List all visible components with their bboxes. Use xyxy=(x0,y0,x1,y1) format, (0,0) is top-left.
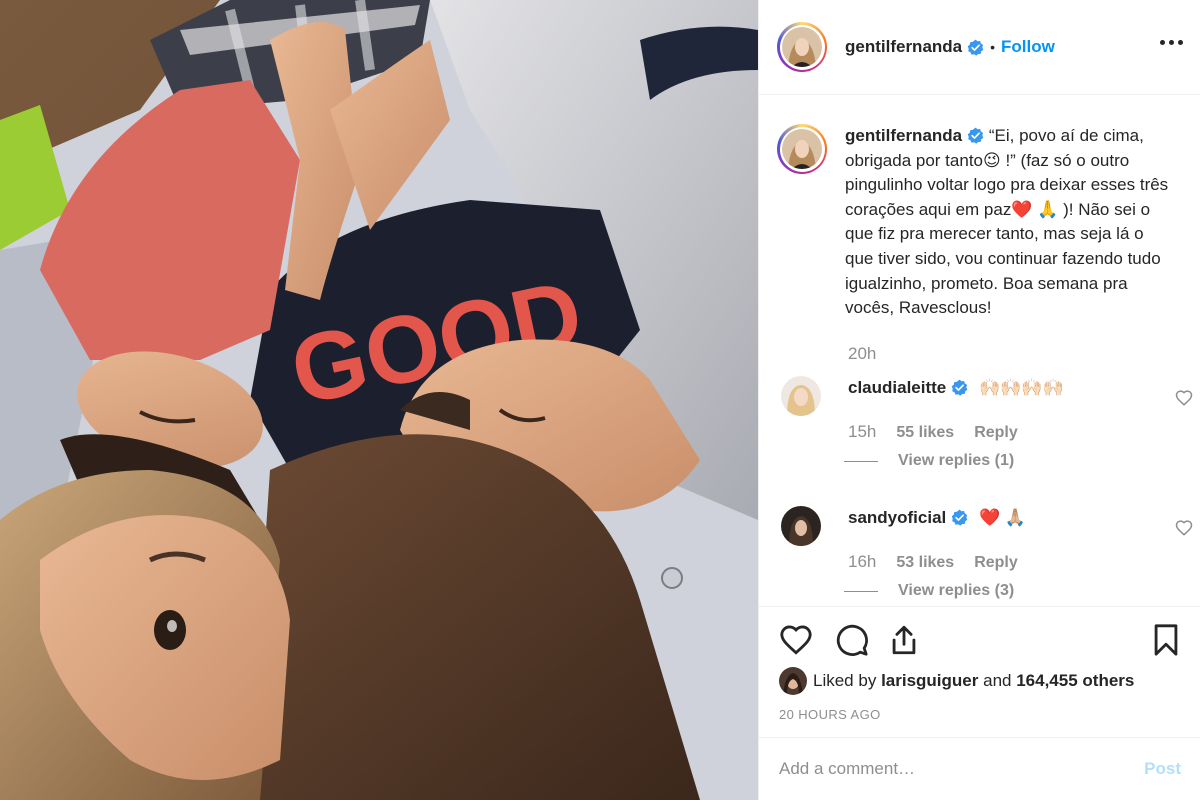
liked-by-user[interactable]: larisguiguer xyxy=(881,671,978,691)
heart-icon[interactable] xyxy=(779,623,813,657)
comment-icon[interactable] xyxy=(835,623,869,657)
author-username[interactable]: gentilfernanda xyxy=(845,37,962,57)
comment-avatar[interactable] xyxy=(781,506,821,546)
reply-button[interactable]: Reply xyxy=(974,424,1018,442)
comment-avatar[interactable] xyxy=(781,376,821,416)
comment-heart-icon[interactable] xyxy=(1175,519,1193,537)
comments-section[interactable]: gentilfernanda “Ei, povo aí de cima, obr… xyxy=(759,96,1200,606)
verified-badge-icon xyxy=(952,509,968,526)
comment-likes[interactable]: 53 likes xyxy=(896,554,954,572)
comment-time[interactable]: 16h xyxy=(848,552,876,572)
comment-avatar-image xyxy=(781,506,821,546)
instagram-post-view: GOOD gentilfernanda • Follow gentilferna… xyxy=(0,0,1200,800)
add-comment-input[interactable] xyxy=(779,759,1145,779)
likes-count[interactable]: 164,455 others xyxy=(1016,671,1134,691)
author-avatar[interactable] xyxy=(777,22,827,72)
verified-badge-icon xyxy=(967,127,984,144)
caption-author-avatar[interactable] xyxy=(777,124,827,174)
comment-likes[interactable]: 55 likes xyxy=(896,424,954,442)
reply-button[interactable]: Reply xyxy=(974,554,1018,572)
replies-line xyxy=(844,590,878,592)
view-replies-button[interactable]: View replies (3) xyxy=(844,582,1168,600)
author-avatar-image xyxy=(782,27,822,67)
comment-username[interactable]: claudialeitte xyxy=(848,378,946,397)
liked-by-prefix: Liked by xyxy=(813,671,877,690)
replies-line xyxy=(844,460,878,462)
comment-time[interactable]: 15h xyxy=(848,422,876,442)
caption-username[interactable]: gentilfernanda xyxy=(845,126,962,145)
post-header: gentilfernanda • Follow xyxy=(759,0,1200,95)
more-dots-icon[interactable] xyxy=(1160,36,1183,49)
header-separator: • xyxy=(990,39,996,55)
post-photo[interactable]: GOOD xyxy=(0,0,758,800)
post-actions: Liked by larisguiguer and 164,455 others… xyxy=(759,606,1200,722)
verified-badge-icon xyxy=(952,379,968,396)
liker-avatar[interactable] xyxy=(779,667,807,695)
post-comment-button[interactable]: Post xyxy=(1144,759,1181,779)
comment-username[interactable]: sandyoficial xyxy=(848,508,946,527)
view-replies-button[interactable]: View replies (1) xyxy=(844,452,1168,470)
view-replies-label: View replies (1) xyxy=(898,452,1015,469)
bookmark-icon[interactable] xyxy=(1149,623,1183,657)
caption-text: “Ei, povo aí de cima, obrigada por tanto… xyxy=(845,126,1169,318)
view-replies-label: View replies (3) xyxy=(898,582,1015,599)
liked-by-and: and xyxy=(983,671,1012,690)
caption-time[interactable]: 20h xyxy=(848,344,876,364)
comment-text: 🙌🏻🙌🏻🙌🏻🙌🏻 xyxy=(979,378,1064,397)
comment-heart-icon[interactable] xyxy=(1175,389,1193,407)
post-timestamp[interactable]: 20 HOURS AGO xyxy=(779,707,881,722)
liker-avatar-image xyxy=(779,667,807,695)
post-caption: gentilfernanda “Ei, povo aí de cima, obr… xyxy=(777,124,1175,321)
caption-avatar-image xyxy=(782,129,822,169)
selfie-photo-illustration: GOOD xyxy=(0,0,758,800)
comment-avatar-image xyxy=(781,376,821,416)
liked-by: Liked by larisguiguer and 164,455 others xyxy=(779,667,1134,695)
caption-body: gentilfernanda “Ei, povo aí de cima, obr… xyxy=(845,124,1175,321)
verified-badge-icon xyxy=(967,39,984,56)
post-side-panel: gentilfernanda • Follow gentilfernanda “… xyxy=(758,0,1200,800)
comment-text: ❤️ 🙏🏼 xyxy=(979,508,1027,527)
share-icon[interactable] xyxy=(887,623,921,657)
add-comment-bar: Post xyxy=(759,737,1200,800)
follow-button[interactable]: Follow xyxy=(1001,37,1055,57)
